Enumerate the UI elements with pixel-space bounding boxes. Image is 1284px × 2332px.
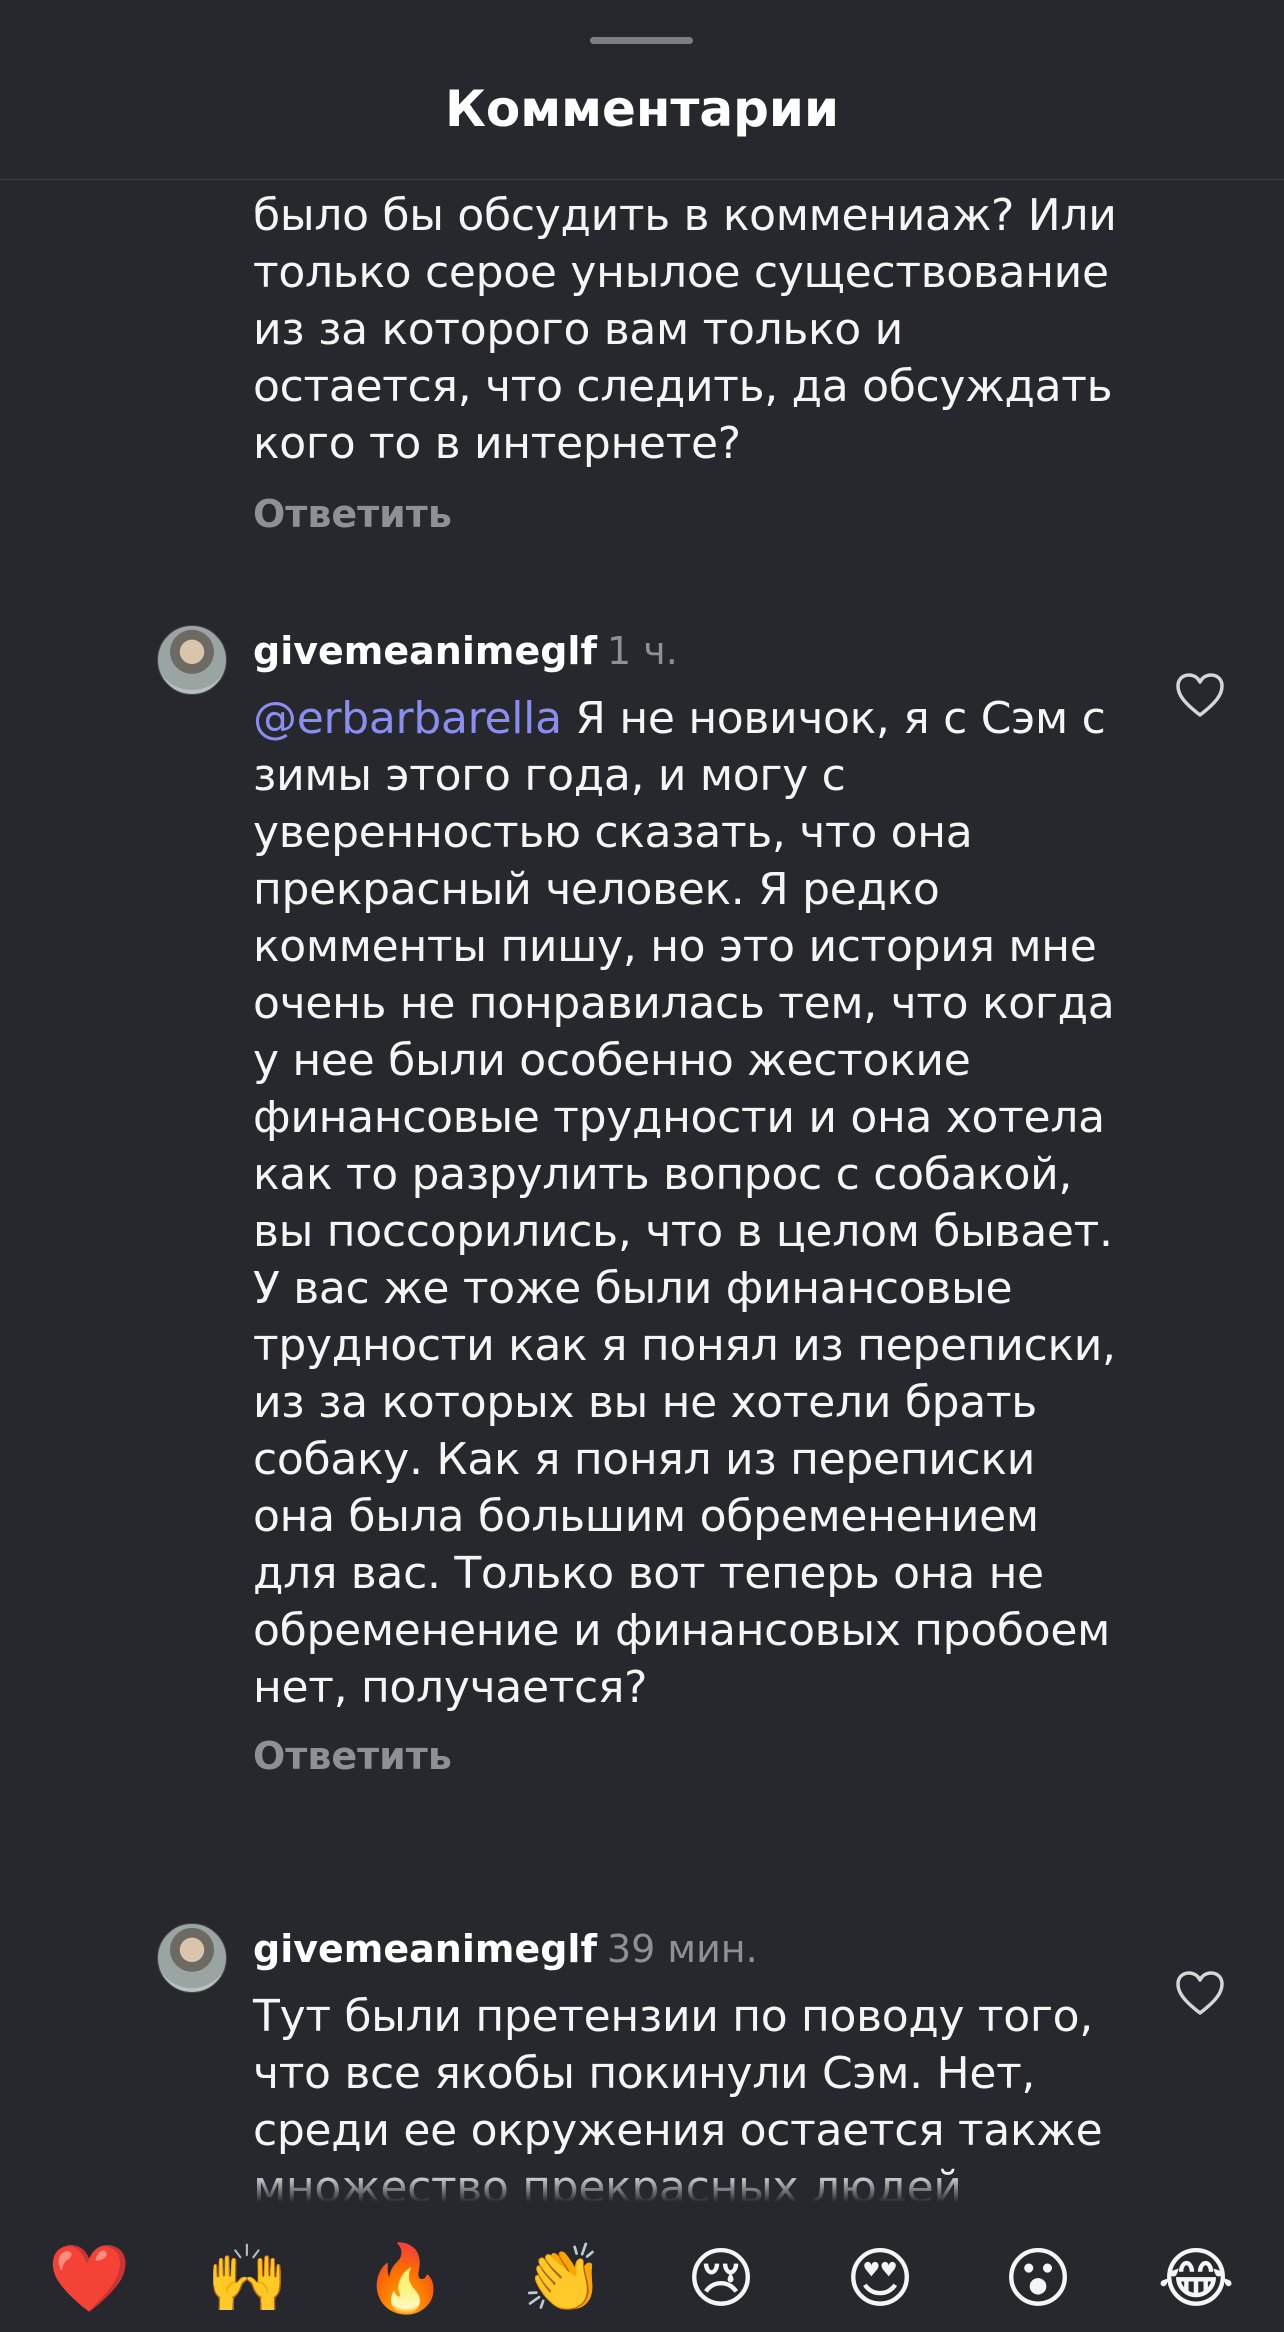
comment-line: @erbarbarella Я не новичок, я с Сэм с — [253, 693, 1106, 744]
comment-line: нет, получается? — [253, 1662, 648, 1713]
username[interactable]: givemeanimeglf — [253, 1927, 597, 1971]
page-title: Комментарии — [445, 80, 839, 138]
comment-line: только серое унылое существование — [253, 247, 1109, 298]
comment-line: У вас же тоже были финансовые — [253, 1263, 1013, 1314]
comment-line: прекрасный человек. Я редко — [253, 864, 940, 915]
comment-text: было бы обсудить в коммениаж? Или только… — [253, 187, 1133, 472]
comment-line: трудности как я понял из переписки, — [253, 1320, 1116, 1371]
comment-line: уверенностью сказать, что она — [253, 807, 973, 858]
avatar[interactable] — [157, 1923, 227, 1993]
comment-line: зимы этого года, и могу с — [253, 750, 846, 801]
scroll-fade — [0, 2172, 1284, 2202]
comment-line: как то разрулить вопрос с собакой, — [253, 1149, 1073, 1200]
comment-line: Тут были претензии по поводу того, — [253, 1991, 1093, 2042]
avatar[interactable] — [157, 625, 227, 695]
laughing-emoji-icon[interactable]: 😂 — [1156, 2238, 1236, 2318]
sheet-header: Комментарии — [0, 0, 1284, 180]
comment-line: финансовые трудности и она хотела — [253, 1092, 1105, 1143]
comment-line: для вас. Только вот теперь она не — [253, 1548, 1044, 1599]
comment-line: комменты пишу, но это история мне — [253, 921, 1097, 972]
comment-line: собаку. Как я понял из переписки — [253, 1434, 1035, 1485]
comment-line: из за которого вам только и — [253, 304, 903, 355]
comment-line: было бы обсудить в коммениаж? Или — [253, 190, 1117, 241]
crying-emoji-icon[interactable]: 😢 — [681, 2238, 761, 2318]
reply-button[interactable]: Ответить — [253, 1734, 452, 1778]
comment-meta: givemeanimeglf 39 мин. — [253, 1927, 758, 1971]
comment-text: @erbarbarella Я не новичок, я с Сэм с зи… — [253, 690, 1133, 1716]
comment-line: из за которых вы не хотели брать — [253, 1377, 1037, 1428]
heart-emoji-icon[interactable]: ❤️ — [48, 2238, 130, 2318]
raised-hands-emoji-icon[interactable]: 🙌 — [206, 2238, 288, 2318]
comment-line: кого то в интернете? — [253, 418, 741, 469]
comment-line: очень не понравилась тем, что когда — [253, 978, 1115, 1029]
like-heart-icon[interactable] — [1175, 672, 1225, 718]
mention-link[interactable]: @erbarbarella — [253, 693, 562, 744]
comments-sheet: Комментарии было бы обсудить в коммениаж… — [0, 0, 1284, 2332]
comment-line: у нее были особенно жестокие — [253, 1035, 971, 1086]
comment-line: она была большим обременением — [253, 1491, 1039, 1542]
comment-line: остается, что следить, да обсуждать — [253, 361, 1113, 412]
comment-meta: givemeanimeglf 1 ч. — [253, 629, 678, 673]
surprised-emoji-icon[interactable]: 😮 — [998, 2238, 1078, 2318]
comments-list[interactable]: было бы обсудить в коммениаж? Или только… — [0, 180, 1284, 2202]
fire-emoji-icon[interactable]: 🔥 — [364, 2238, 446, 2318]
reply-button[interactable]: Ответить — [253, 492, 452, 536]
timestamp: 1 ч. — [607, 629, 678, 673]
comment-line: обременение и финансовых пробоем — [253, 1605, 1111, 1656]
comment-line: что все якобы покинули Сэм. Нет, — [253, 2048, 1036, 2099]
username[interactable]: givemeanimeglf — [253, 629, 597, 673]
comment-line: вы поссорились, что в целом бывает. — [253, 1206, 1113, 1257]
like-heart-icon[interactable] — [1175, 1970, 1225, 2016]
drag-handle[interactable] — [590, 37, 693, 44]
comment-text: Тут были претензии по поводу того, что в… — [253, 1988, 1133, 2202]
clapping-emoji-icon[interactable]: 👏 — [522, 2238, 604, 2318]
comment-line: среди ее окружения остается также — [253, 2105, 1103, 2156]
reaction-bar: ❤️ 🙌 🔥 👏 😢 😍 😮 😂 — [0, 2202, 1284, 2332]
heart-eyes-emoji-icon[interactable]: 😍 — [840, 2238, 920, 2318]
timestamp: 39 мин. — [607, 1927, 758, 1971]
